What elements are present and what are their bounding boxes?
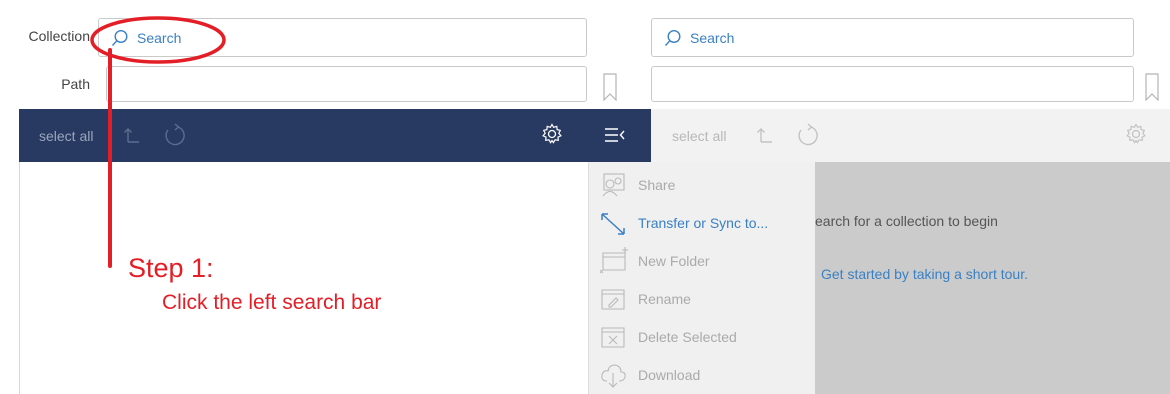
collection-label: Collection xyxy=(28,28,90,44)
search-icon xyxy=(664,29,681,46)
menu-item-new-folder[interactable]: New Folder xyxy=(589,242,816,280)
refresh-icon[interactable] xyxy=(795,122,819,148)
menu-item-transfer[interactable]: Transfer or Sync to... xyxy=(589,204,816,242)
rename-icon xyxy=(601,289,625,310)
menu-item-share[interactable]: Share xyxy=(589,166,816,204)
search-placeholder: Search xyxy=(690,29,735,46)
select-all-button[interactable]: select all xyxy=(39,128,93,144)
empty-message: earch for a collection to begin xyxy=(815,213,998,229)
delete-icon xyxy=(601,327,625,348)
path-label: Path xyxy=(61,76,90,92)
transfer-arrow-icon xyxy=(601,213,625,235)
menu-item-label: Rename xyxy=(638,291,691,307)
menu-item-rename[interactable]: Rename xyxy=(589,280,816,318)
right-toolbar: select all xyxy=(651,109,1170,162)
up-folder-icon[interactable] xyxy=(123,126,141,144)
up-folder-icon[interactable] xyxy=(756,126,774,144)
right-path-input[interactable] xyxy=(651,66,1134,102)
menu-item-label: New Folder xyxy=(638,253,710,269)
left-file-pane xyxy=(19,162,589,394)
step-description: Click the left search bar xyxy=(162,291,382,314)
bookmark-icon[interactable] xyxy=(603,73,617,101)
share-icon xyxy=(602,173,625,197)
menu-item-label: Download xyxy=(638,367,701,383)
tour-link[interactable]: Get started by taking a short tour. xyxy=(821,266,1028,282)
select-all-button[interactable]: select all xyxy=(672,128,726,144)
menu-item-label: Share xyxy=(638,177,676,193)
annotation-pointer-line xyxy=(108,48,112,268)
step-title: Step 1: xyxy=(128,253,214,283)
menu-item-label: Delete Selected xyxy=(638,329,737,345)
actions-menu: Share Transfer or Sync to... New Folder … xyxy=(588,162,815,394)
left-path-input[interactable] xyxy=(106,66,587,102)
gear-icon[interactable] xyxy=(1125,123,1147,145)
bookmark-icon[interactable] xyxy=(1145,73,1159,101)
download-icon xyxy=(601,364,626,388)
new-folder-icon xyxy=(599,247,628,274)
menu-item-delete[interactable]: Delete Selected xyxy=(589,318,816,356)
left-toolbar: select all xyxy=(19,109,651,162)
menu-item-label: Transfer or Sync to... xyxy=(638,215,769,231)
gear-icon[interactable] xyxy=(541,123,563,145)
right-collection-search-input[interactable]: Search xyxy=(651,18,1134,57)
menu-collapse-icon[interactable] xyxy=(604,127,626,143)
refresh-icon[interactable] xyxy=(162,122,186,148)
menu-item-download[interactable]: Download xyxy=(589,356,816,394)
